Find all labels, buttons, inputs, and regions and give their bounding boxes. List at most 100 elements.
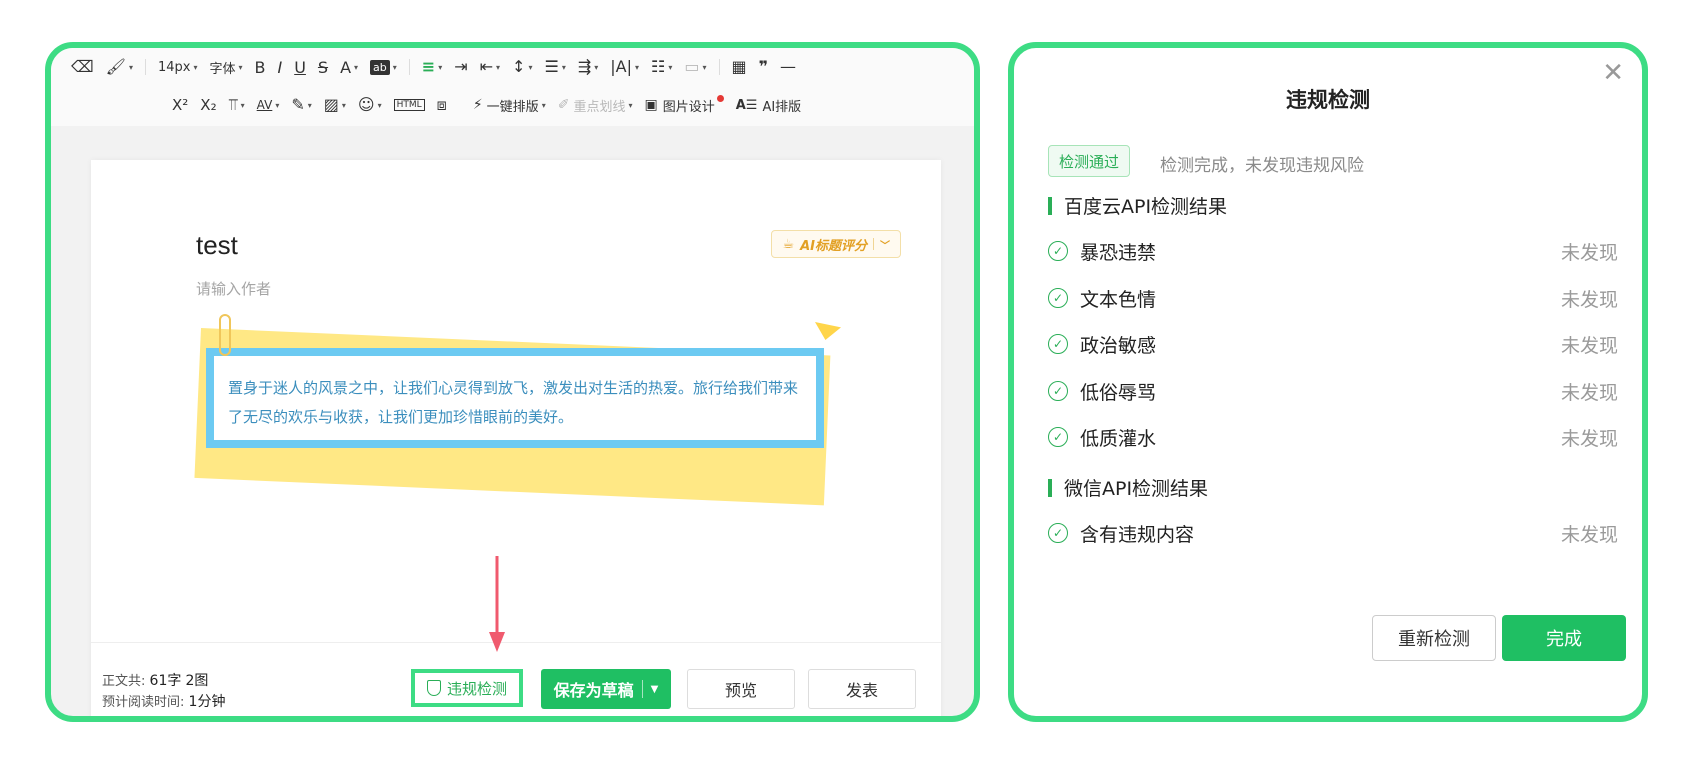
line-height-icon[interactable]: ↕ ▾ — [506, 54, 538, 80]
magic-wand-icon[interactable]: ✎ ▾ — [285, 92, 317, 118]
background-color-button[interactable]: ab ▾ — [364, 54, 403, 80]
font-family-select[interactable]: 字体 ▾ — [203, 54, 248, 80]
dialog-title: 违规检测 — [1286, 88, 1370, 112]
article-title[interactable]: test — [196, 230, 238, 261]
toolbox-icon[interactable]: ⧈ — [431, 92, 453, 118]
format-brush-icon[interactable]: 🖌 ▾ — [100, 54, 139, 80]
check-circle-icon: ✓ — [1048, 427, 1068, 447]
result-row: ✓ 含有违规内容 未发现 — [1048, 518, 1618, 548]
publish-button[interactable]: 发表 — [808, 669, 916, 709]
save-split-divider — [641, 680, 643, 698]
list-icon[interactable]: ☷ ▾ — [645, 54, 678, 80]
subscript-button[interactable]: X₂ — [194, 92, 222, 118]
document-canvas: test ☕ AI标题评分 ﹀ 请输入作者 置身于迷人的风景之中，让我们心灵得到… — [91, 160, 941, 716]
highlight-line-button[interactable]: ✐ 重点划线 ▾ — [552, 92, 639, 118]
check-circle-icon: ✓ — [1048, 241, 1068, 261]
check-circle-icon: ✓ — [1048, 288, 1068, 308]
emoji-icon[interactable]: ☺ ▾ — [352, 92, 388, 118]
result-status: 未发现 — [1560, 288, 1618, 311]
quote-text: 置身于迷人的风景之中，让我们心灵得到放飞，激发出对生活的热爱。旅行给我们带来了无… — [228, 379, 799, 426]
block-style-icon[interactable]: ▭ ▾ — [678, 54, 712, 80]
ai-layout-button[interactable]: A☰ AI排版 — [730, 92, 807, 118]
image-design-button[interactable]: ▣ 图片设计 — [638, 92, 729, 118]
done-button[interactable]: 完成 — [1502, 615, 1626, 661]
result-label: 低俗辱骂 — [1080, 381, 1157, 404]
font-size-value: 14px — [157, 59, 191, 75]
recheck-button[interactable]: 重新检测 — [1372, 615, 1496, 661]
result-row: ✓ 政治敏感 未发现 — [1048, 329, 1618, 359]
toolbar-divider — [144, 59, 146, 75]
result-status: 未发现 — [1560, 427, 1618, 450]
eraser-icon[interactable]: ⌫ — [65, 54, 100, 80]
font-size-select[interactable]: 14px ▾ — [152, 54, 204, 80]
letter-spacing-icon[interactable]: |A| ▾ — [604, 54, 645, 80]
preview-button[interactable]: 预览 — [687, 669, 795, 709]
result-label: 政治敏感 — [1080, 334, 1157, 357]
violation-check-dialog: ✕ 违规检测 检测通过 检测完成，未发现违规风险 百度云API检测结果 ✓ 暴恐… — [1008, 42, 1648, 722]
save-draft-label: 保存为草稿 — [553, 681, 634, 700]
read-time-line: 预计阅读时间: 1分钟 — [102, 692, 225, 713]
indent-icon[interactable]: ⇥ — [448, 54, 473, 80]
image-design-label: 图片设计 — [662, 99, 715, 115]
toolbar-divider — [408, 59, 410, 75]
editor-toolbar: ⌫ 🖌 ▾ 14px ▾ 字体 ▾ B I U S A ▾ ab ▾ ≡ ▾ ⇥ ⇤ ▾ ↕ ▾… — [51, 48, 974, 126]
section-bar — [1048, 478, 1052, 497]
result-row: ✓ 文本色情 未发现 — [1048, 283, 1618, 313]
result-status: 未发现 — [1560, 523, 1618, 546]
status-badge: 检测通过 — [1048, 145, 1131, 177]
ai-title-score-button[interactable]: ☕ AI标题评分 ﹀ — [771, 230, 901, 258]
char-spacing-icon[interactable]: AV ▾ — [251, 92, 286, 118]
text-align-icon[interactable]: ⫪ ▾ — [223, 92, 251, 118]
result-row: ✓ 暴恐违禁 未发现 — [1048, 236, 1618, 266]
chevron-down-icon: ﹀ — [880, 240, 890, 252]
read-time-value: 1分钟 — [188, 694, 226, 710]
toolbar-row-1: ⌫ 🖌 ▾ 14px ▾ 字体 ▾ B I U S A ▾ ab ▾ ≡ ▾ ⇥ ⇤ ▾ ↕ ▾… — [51, 48, 974, 86]
violation-check-label: 违规检测 — [446, 679, 507, 698]
check-circle-icon: ✓ — [1048, 334, 1068, 354]
shield-icon — [426, 680, 441, 696]
superscript-button[interactable]: X² — [166, 92, 194, 118]
toolbar-divider — [718, 59, 720, 75]
result-label: 文本色情 — [1080, 288, 1157, 311]
author-input[interactable]: 请输入作者 — [196, 278, 271, 299]
quote-card[interactable]: 置身于迷人的风景之中，让我们心灵得到放飞，激发出对生活的热爱。旅行给我们带来了无… — [194, 314, 841, 506]
italic-button[interactable]: I — [271, 54, 288, 80]
word-count-value: 61字 — [149, 673, 182, 689]
font-color-label: A — [340, 57, 352, 77]
close-icon[interactable]: ✕ — [1602, 60, 1624, 86]
quote-text-box[interactable]: 置身于迷人的风景之中，让我们心灵得到放飞，激发出对生活的热爱。旅行给我们带来了无… — [206, 348, 824, 448]
font-family-value: 字体 — [209, 61, 236, 77]
horizontal-rule-icon[interactable]: — — [774, 54, 802, 80]
html-button[interactable]: HTML — [388, 92, 431, 118]
indent-spacing-icon[interactable]: ⇶ ▾ — [572, 54, 604, 80]
underline-button[interactable]: U — [288, 54, 312, 80]
editor-window: ⌫ 🖌 ▾ 14px ▾ 字体 ▾ B I U S A ▾ ab ▾ ≡ ▾ ⇥ ⇤ ▾ ↕ ▾… — [45, 42, 980, 722]
bold-button[interactable]: B — [249, 54, 272, 80]
highlight-line-label: 重点划线 — [573, 99, 626, 115]
paragraph-spacing-icon[interactable]: ☰ ▾ — [538, 54, 571, 80]
section-wechat-title: 微信API检测结果 — [1064, 478, 1209, 500]
check-circle-icon: ✓ — [1048, 381, 1068, 401]
save-draft-button[interactable]: 保存为草稿 ▼ — [541, 669, 671, 709]
result-row: ✓ 低质灌水 未发现 — [1048, 422, 1618, 452]
chevron-down-icon[interactable]: ▼ — [651, 684, 659, 695]
result-status: 未发现 — [1560, 334, 1618, 357]
table-icon[interactable]: ▦ — [726, 54, 753, 80]
ai-title-score-label: AI标题评分 — [800, 238, 867, 254]
one-click-layout-label: 一键排版 — [486, 99, 539, 115]
word-count-label: 正文共: — [102, 674, 146, 689]
quote-icon[interactable]: ❞ — [753, 54, 774, 80]
one-click-layout-button[interactable]: ⚡ 一键排版 ▾ — [467, 92, 552, 118]
score-divider — [873, 238, 874, 250]
status-message: 检测完成，未发现违规风险 — [1160, 156, 1364, 176]
section-baidu: 百度云API检测结果 — [1048, 192, 1227, 219]
section-wechat: 微信API检测结果 — [1048, 474, 1208, 501]
violation-check-button[interactable]: 违规检测 — [411, 669, 523, 707]
result-row: ✓ 低俗辱骂 未发现 — [1048, 376, 1618, 406]
align-justify-icon[interactable]: ≡ ▾ — [416, 54, 448, 80]
font-color-button[interactable]: A ▾ — [334, 54, 364, 80]
paper-fold-decoration — [815, 322, 841, 340]
image-icon[interactable]: ▨ ▾ — [318, 92, 352, 118]
strikethrough-button[interactable]: S — [312, 54, 334, 80]
outdent-icon[interactable]: ⇤ ▾ — [474, 54, 506, 80]
